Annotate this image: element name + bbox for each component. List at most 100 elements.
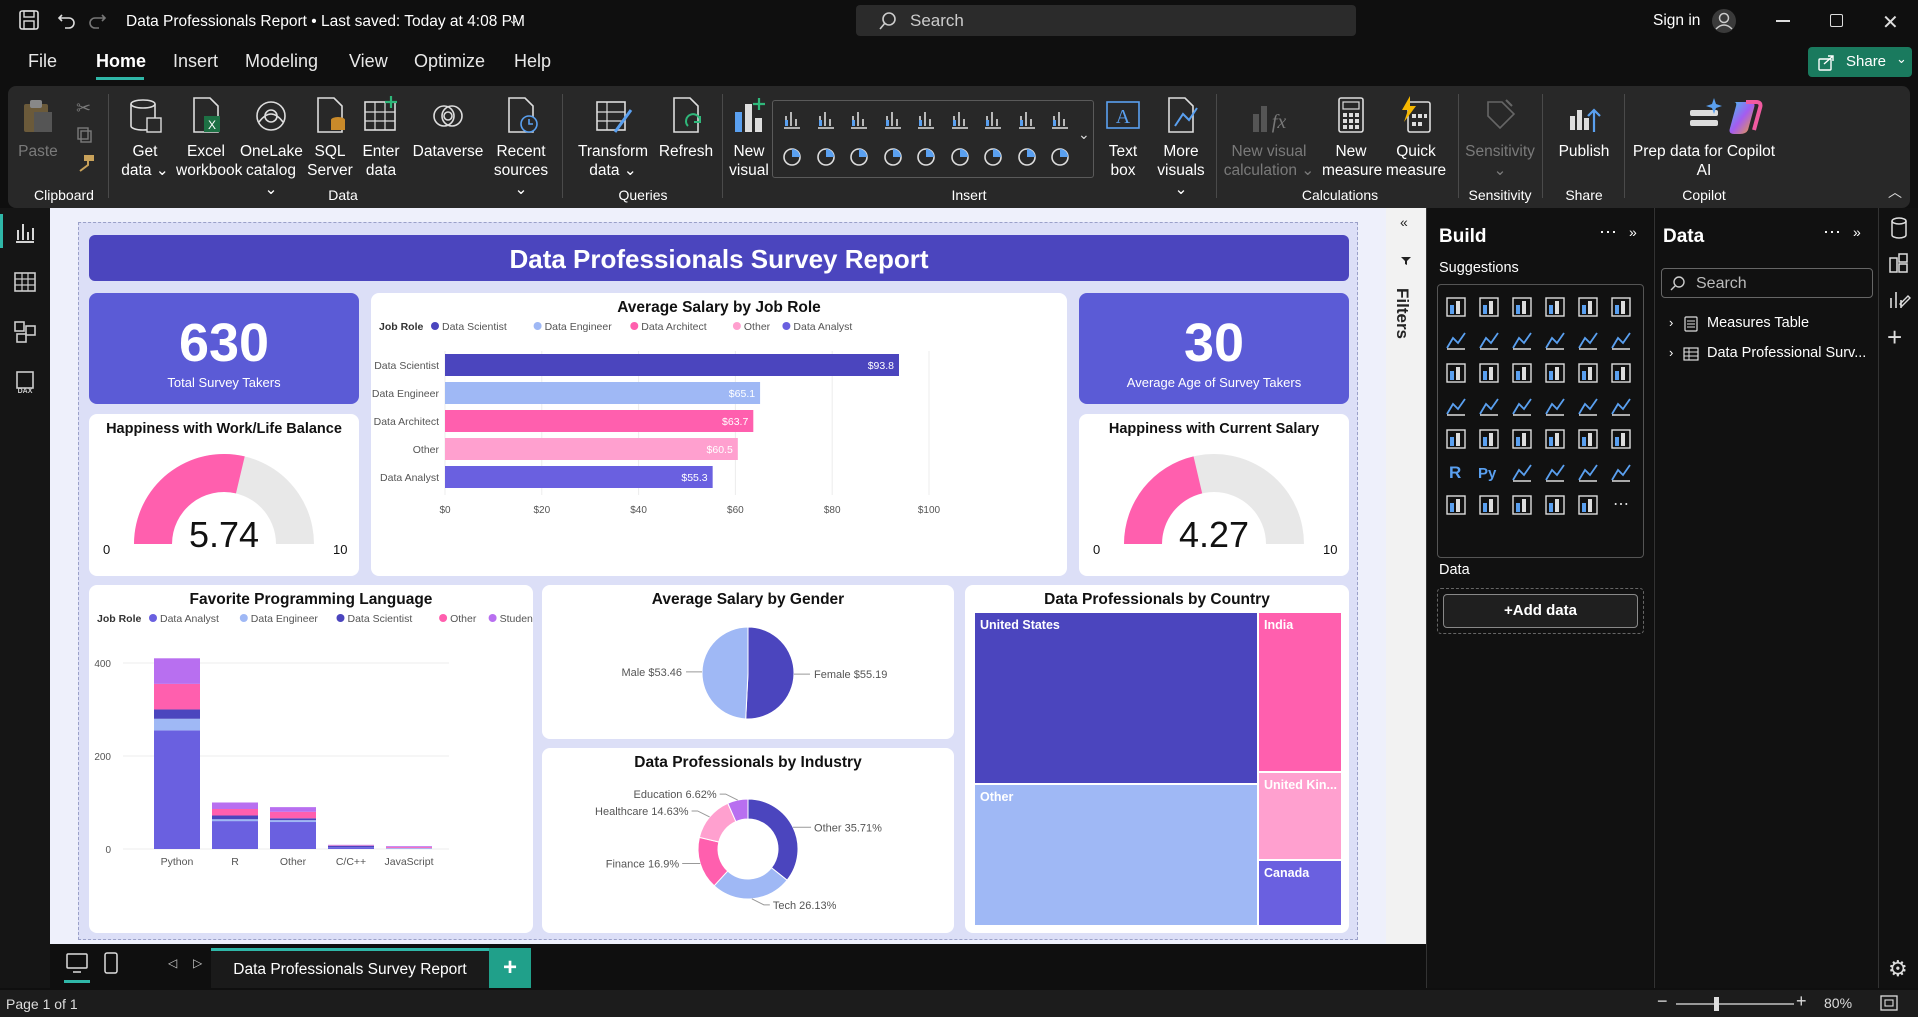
build-more-icon[interactable]: ⋯ [1599,222,1617,243]
pie-visual-icon[interactable] [1576,361,1600,385]
multi-row-card-icon[interactable] [982,146,1004,168]
save-icon[interactable] [18,9,40,31]
slicer-visual-icon[interactable] [1543,427,1567,451]
maximize-icon[interactable] [1830,14,1843,27]
treemap-visual-icon[interactable] [1444,394,1468,418]
pie-icon[interactable] [781,146,803,168]
menu-view[interactable]: View [349,51,388,72]
data-pane-toggle-icon[interactable] [1887,216,1911,240]
r-script-visual-icon[interactable]: R [1444,460,1468,484]
metrics-visual-icon[interactable] [1477,493,1501,517]
format-painter-icon[interactable] [76,154,96,172]
100-stacked-column-visual-icon[interactable] [1609,295,1633,319]
next-page-icon[interactable]: ▷ [193,956,202,970]
new-visual-button[interactable]: New visual [726,96,772,180]
settings-icon[interactable]: ⚙ [1888,956,1908,982]
title-dropdown-icon[interactable]: ⌄ [508,12,519,28]
line-column-icon[interactable] [949,108,971,130]
data-item-survey-table[interactable]: › Data Professional Surv... [1669,344,1875,366]
map-visual-icon[interactable] [1477,394,1501,418]
more-visual-icon[interactable]: ⋯ [1609,493,1633,517]
table-view-icon[interactable] [13,270,37,294]
sensitivity-button[interactable]: Sensitivity ⌄ [1462,96,1538,180]
matrix-visual-icon[interactable] [1609,427,1633,451]
narrative-visual-icon[interactable] [1576,493,1600,517]
share-button[interactable]: Share ⌄ [1808,47,1912,77]
filters-pane-collapsed[interactable]: « Filters [1386,208,1426,944]
paste-button[interactable]: Paste [16,96,60,161]
redo-icon[interactable] [86,9,108,31]
qa-visual-icon[interactable] [1576,460,1600,484]
line-clustered-column-visual-icon[interactable] [1609,328,1633,352]
desktop-layout-icon[interactable] [65,952,89,974]
text-box-button[interactable]: A Text box [1100,96,1146,180]
menu-insert[interactable]: Insert [173,51,218,72]
add-pane-icon[interactable]: + [1887,322,1902,353]
add-data-button[interactable]: +Add data [1443,594,1638,628]
enter-data-button[interactable]: Enter data [358,96,404,180]
table-visual-icon[interactable] [1576,427,1600,451]
clustered-column-icon[interactable] [882,108,904,130]
close-icon[interactable]: ✕ [1882,10,1899,35]
zoom-slider-thumb[interactable] [1714,997,1719,1011]
salary-by-role-card[interactable]: Average Salary by Job Role Job Role Data … [371,293,1067,576]
100-area-visual-icon[interactable] [1543,328,1567,352]
more-visuals-button[interactable]: More visuals ⌄ [1150,96,1212,199]
100-stacked-bar-visual-icon[interactable] [1576,295,1600,319]
stacked-area-visual-icon[interactable] [1510,328,1534,352]
azure-map-visual-icon[interactable] [1576,394,1600,418]
line-stacked-column-visual-icon[interactable] [1576,328,1600,352]
get-data-button[interactable]: Get data ⌄ [116,96,174,180]
data-collapse-icon[interactable]: » [1853,224,1861,240]
scatter-visual-icon[interactable] [1543,361,1567,385]
visual-gallery[interactable] [772,100,1094,178]
menu-modeling[interactable]: Modeling [245,51,318,72]
gauge-worklife-card[interactable]: Happiness with Work/Life Balance 5.74 0 … [89,414,359,576]
shape-map-visual-icon[interactable] [1543,394,1567,418]
new-visual-calculation-button[interactable]: fx New visual calculation ⌄ [1220,96,1318,180]
area-icon[interactable] [1016,108,1038,130]
funnel-visual-icon[interactable] [1510,361,1534,385]
gauge-visual-icon[interactable] [1609,394,1633,418]
data-search-input[interactable]: Search [1661,268,1873,298]
new-measure-button[interactable]: New measure [1322,96,1382,180]
build-pane-toggle-icon[interactable] [1887,252,1911,276]
treemap-united-states[interactable]: United States [975,613,1257,783]
card-icon[interactable] [949,146,971,168]
decomposition-tree-visual-icon[interactable] [1543,460,1567,484]
model-view-icon[interactable] [13,320,37,344]
cut-icon[interactable]: ✂ [76,98,91,119]
clustered-column-visual-icon[interactable] [1543,295,1567,319]
sign-in-link[interactable]: Sign in [1653,12,1700,30]
sql-server-button[interactable]: SQL Server [306,96,354,180]
card-visual-icon[interactable] [1444,427,1468,451]
clustered-bar-visual-icon[interactable] [1510,295,1534,319]
report-view-icon[interactable] [13,220,37,244]
table-icon[interactable] [1016,146,1038,168]
100-bar-icon[interactable] [915,108,937,130]
copy-icon[interactable] [76,126,94,144]
menu-file[interactable]: File [28,51,57,72]
treemap-icon[interactable] [848,146,870,168]
treemap-united-kingdom[interactable]: United Kin... [1259,773,1341,859]
expand-filters-icon[interactable]: « [1400,214,1408,230]
avatar-icon[interactable] [1710,7,1738,35]
kpi-total-survey-takers[interactable]: 630 Total Survey Takers [89,293,359,404]
zoom-out-icon[interactable]: − [1657,991,1668,1012]
menu-home[interactable]: Home [96,51,146,72]
matrix-icon[interactable] [1049,146,1071,168]
paginated-visual-icon[interactable] [1444,493,1468,517]
page-tab-survey-report[interactable]: Data Professionals Survey Report [211,948,489,988]
key-influencers-visual-icon[interactable] [1510,460,1534,484]
kpi-average-age[interactable]: 30 Average Age of Survey Takers [1079,293,1349,404]
gallery-expand-icon[interactable]: ⌄ [1078,126,1090,143]
area-visual-icon[interactable] [1477,328,1501,352]
python-visual-icon[interactable]: Py [1477,460,1501,484]
dataverse-button[interactable]: Dataverse [410,96,486,161]
smart-narrative-visual-icon[interactable] [1609,460,1633,484]
zoom-in-icon[interactable]: + [1796,991,1807,1012]
kpi-visual-icon[interactable] [1510,427,1534,451]
build-collapse-icon[interactable]: » [1629,224,1637,240]
search-box[interactable]: Search [856,5,1356,36]
stacked-bar-visual-icon[interactable] [1444,295,1468,319]
